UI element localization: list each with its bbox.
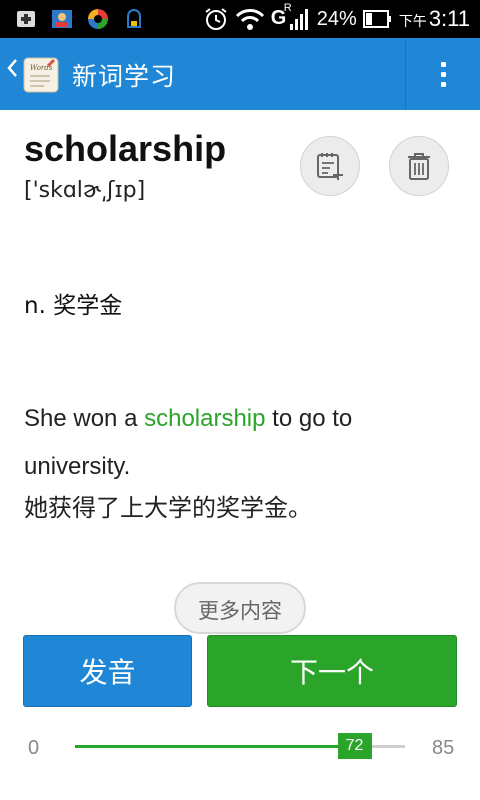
word-definition: n. 奖学金 bbox=[24, 293, 123, 319]
add-to-notebook-icon bbox=[317, 153, 343, 180]
status-bar: G R 24% 下午3:11 bbox=[0, 0, 480, 38]
chevron-left-icon[interactable] bbox=[6, 56, 22, 87]
progress-thumb[interactable]: 72 bbox=[337, 733, 372, 759]
overflow-menu-icon[interactable] bbox=[406, 38, 480, 110]
security-app-icon bbox=[88, 9, 108, 29]
trash-icon bbox=[408, 153, 430, 180]
system-icons: G R 24% 下午3:11 bbox=[203, 2, 470, 34]
progress-slider[interactable]: 72 bbox=[75, 733, 405, 759]
battery-icon bbox=[362, 10, 391, 28]
word-phonetic: ['skɑlɚ͵ʃɪp] bbox=[24, 178, 146, 203]
clock-period: 下午 bbox=[398, 13, 427, 29]
action-bar: Words 新词学习 bbox=[0, 38, 480, 110]
alarm-icon bbox=[205, 8, 227, 30]
page-title: 新词学习 bbox=[72, 62, 177, 91]
app-update-icon bbox=[127, 9, 141, 28]
pronounce-button[interactable]: 发音 bbox=[23, 635, 192, 707]
app-logo-icon[interactable]: Words bbox=[22, 56, 60, 94]
progress-max-label: 85 bbox=[432, 737, 455, 759]
clock: 下午3:11 bbox=[399, 6, 470, 32]
word-headword: scholarship bbox=[24, 128, 227, 169]
example-translation: 她获得了上大学的奖学金。 bbox=[24, 494, 312, 522]
contact-card-icon bbox=[52, 10, 72, 28]
clock-time: 3:11 bbox=[428, 6, 470, 31]
progress-fill bbox=[75, 745, 355, 748]
progress-min-label: 0 bbox=[28, 737, 40, 759]
delete-word-button[interactable] bbox=[389, 136, 449, 196]
example-before: She won a bbox=[24, 405, 145, 432]
example-sentence: She won a scholarship to go to universit… bbox=[24, 395, 464, 491]
cell-signal-icon: G R bbox=[271, 2, 311, 32]
battery-percent: 24% bbox=[316, 7, 357, 30]
sd-card-icon bbox=[17, 11, 35, 27]
more-content-button[interactable]: 更多内容 bbox=[174, 582, 306, 634]
notification-icons bbox=[14, 7, 146, 31]
add-to-notebook-button[interactable] bbox=[300, 136, 360, 196]
wifi-icon bbox=[235, 9, 264, 30]
example-highlight: scholarship bbox=[144, 405, 266, 432]
next-word-button[interactable]: 下一个 bbox=[207, 635, 457, 707]
